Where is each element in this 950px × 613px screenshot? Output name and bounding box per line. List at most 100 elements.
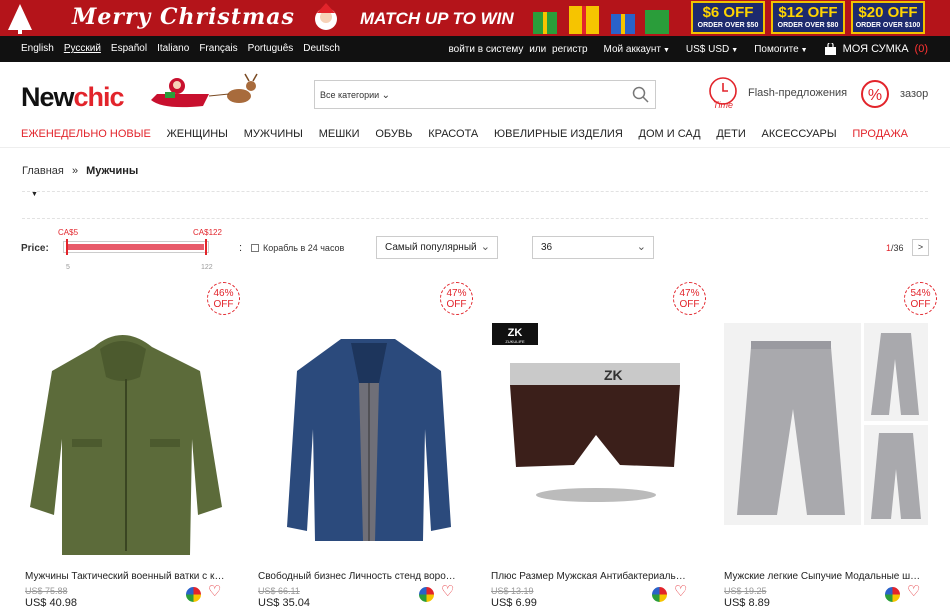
cart-count: (0) xyxy=(914,43,928,55)
caret-down-icon: ▼ xyxy=(731,46,739,54)
product-card[interactable]: 47% OFF Свободный бизнес Личность стенд в… xyxy=(255,282,487,613)
checkbox-box[interactable] xyxy=(251,244,259,252)
price-max-label: CA$122 xyxy=(193,228,222,237)
promo-banner[interactable]: Merry Christmas MATCH UP TO WIN $6 OFF O… xyxy=(0,0,950,36)
logo-new: New xyxy=(21,82,75,112)
account-menu[interactable]: Мой аккаунт ▼ xyxy=(604,44,670,55)
ship24-checkbox[interactable]: Корабль в 24 часов xyxy=(251,243,344,253)
coupon-20-off[interactable]: $20 OFF ORDER OVER $100 xyxy=(851,1,925,34)
product-card[interactable]: 46% OFF Мужчины Тактический военный ватки… xyxy=(22,282,254,613)
heart-icon[interactable]: ♡ xyxy=(907,582,920,600)
product-old-price: US$ 66.11 xyxy=(258,586,300,596)
flash-deals-link[interactable]: Time Flash-предложения xyxy=(704,75,847,111)
price-slider[interactable] xyxy=(63,239,209,255)
product-old-price: US$ 19.25 xyxy=(724,586,767,596)
discount-value: 47 xyxy=(446,288,458,299)
discount-off: OFF xyxy=(213,299,234,310)
clearance-link[interactable]: % зазор xyxy=(860,79,928,109)
product-card[interactable]: 47% OFF ZK ZUKULIFE ZK Плюс Размер Мужска… xyxy=(488,282,720,613)
breadcrumb-home[interactable]: Главная xyxy=(22,165,64,177)
language-selector: English Русский Español Italiano Françai… xyxy=(21,43,340,54)
discount-badge: 47% OFF xyxy=(440,282,473,315)
lang-italian[interactable]: Italiano xyxy=(157,43,189,54)
lang-english[interactable]: English xyxy=(21,43,54,54)
lang-french[interactable]: Français xyxy=(199,43,237,54)
product-name[interactable]: Свободный бизнес Личность стенд воротник… xyxy=(258,571,458,582)
caret-down-icon: ▼ xyxy=(800,46,808,54)
lang-german[interactable]: Deutsch xyxy=(303,43,340,54)
coupon-12-off[interactable]: $12 OFF ORDER OVER $80 xyxy=(771,1,845,34)
search-bar[interactable]: Все категории ⌄ xyxy=(314,80,656,109)
nav-jewelry[interactable]: ЮВЕЛИРНЫЕ ИЗДЕЛИЯ xyxy=(494,122,623,147)
login-link[interactable]: войти в систему xyxy=(448,44,523,55)
account-label: Мой аккаунт xyxy=(603,43,661,55)
category-label: Все категории xyxy=(320,90,380,100)
nav-bags[interactable]: МЕШКИ xyxy=(319,122,360,147)
search-icon[interactable] xyxy=(632,86,650,104)
help-label: Помогите xyxy=(754,43,799,55)
product-card[interactable]: 54% OFF Мужские легкие Сыпучие Модальные … xyxy=(721,282,950,613)
discount-value: 47 xyxy=(679,288,691,299)
price-range-fill xyxy=(67,244,204,250)
coupon-6-off[interactable]: $6 OFF ORDER OVER $50 xyxy=(691,1,765,34)
discount-off: OFF xyxy=(910,299,931,310)
coupon-condition: ORDER OVER $100 xyxy=(855,22,921,29)
register-link[interactable]: регистр xyxy=(552,44,588,55)
price-max-tick: 122 xyxy=(201,264,213,271)
discount-value: 54 xyxy=(910,288,922,299)
category-select[interactable]: Все категории ⌄ xyxy=(320,90,390,101)
nav-beauty[interactable]: КРАСОТА xyxy=(428,122,478,147)
discount-pct: % xyxy=(224,288,234,299)
expand-filters-icon[interactable]: ▼ xyxy=(31,191,38,198)
price-label: Price: xyxy=(21,243,49,254)
product-image[interactable] xyxy=(255,319,487,569)
heart-icon[interactable]: ♡ xyxy=(441,582,454,600)
color-wheel-icon[interactable] xyxy=(186,587,201,602)
product-image[interactable]: ZK ZUKULIFE ZK xyxy=(488,319,720,569)
chevron-down-icon: ⌄ xyxy=(381,90,391,101)
top-bar: English Русский Español Italiano Françai… xyxy=(0,36,950,62)
product-name[interactable]: Плюс Размер Мужская Антибактериальная д.… xyxy=(491,571,691,582)
nav-accessories[interactable]: АКСЕССУАРЫ xyxy=(762,122,837,147)
nav-weekly-new[interactable]: ЕЖЕНЕДЕЛЬНО НОВЫЕ xyxy=(21,122,151,147)
color-wheel-icon[interactable] xyxy=(419,587,434,602)
nav-kids[interactable]: ДЕТИ xyxy=(716,122,745,147)
price-min-handle[interactable] xyxy=(66,239,68,255)
lang-portuguese[interactable]: Português xyxy=(248,43,294,54)
nav-shoes[interactable]: ОБУВЬ xyxy=(375,122,412,147)
sort-select[interactable]: Самый популярный ⌄ xyxy=(376,236,498,259)
help-menu[interactable]: Помогите ▼ xyxy=(754,44,807,55)
product-name[interactable]: Мужские легкие Сыпучие Модальные штаны .… xyxy=(724,571,924,582)
coupon-amount: $6 OFF xyxy=(702,4,754,21)
nav-women[interactable]: ЖЕНЩИНЫ xyxy=(167,122,228,147)
site-logo[interactable]: Newchic xyxy=(21,82,125,113)
discount-off: OFF xyxy=(446,299,467,310)
discount-off: OFF xyxy=(679,299,700,310)
heart-icon[interactable]: ♡ xyxy=(674,582,687,600)
product-image[interactable] xyxy=(22,319,254,569)
lang-russian[interactable]: Русский xyxy=(64,43,101,54)
product-image[interactable] xyxy=(721,319,950,569)
cart-link[interactable]: МОЯ СУМКА (0) xyxy=(824,43,928,55)
color-wheel-icon[interactable] xyxy=(652,587,667,602)
christmas-tree-icon xyxy=(8,4,32,34)
clearance-label: зазор xyxy=(900,88,929,100)
price-max-handle[interactable] xyxy=(205,239,207,255)
coupon-condition: ORDER OVER $80 xyxy=(777,22,839,29)
per-page-select[interactable]: 36 ⌄ xyxy=(532,236,654,259)
heart-icon[interactable]: ♡ xyxy=(208,582,221,600)
nav-men[interactable]: МУЖЧИНЫ xyxy=(244,122,303,147)
sort-value: Самый популярный xyxy=(385,242,477,253)
currency-menu[interactable]: US$ USD ▼ xyxy=(686,44,738,55)
lang-spanish[interactable]: Español xyxy=(111,43,147,54)
next-page-button[interactable]: > xyxy=(912,239,929,256)
product-price: US$ 40.98 xyxy=(25,597,77,609)
color-wheel-icon[interactable] xyxy=(885,587,900,602)
per-page-value: 36 xyxy=(541,242,553,253)
nav-sale[interactable]: ПРОДАЖА xyxy=(852,122,908,147)
product-name[interactable]: Мужчины Тактический военный ватки с капю… xyxy=(25,571,225,582)
bag-icon xyxy=(824,43,836,55)
nav-home-garden[interactable]: ДОМ И САД xyxy=(639,122,701,147)
time-label: Time xyxy=(713,100,733,110)
banner-headline: Merry Christmas xyxy=(72,4,295,30)
